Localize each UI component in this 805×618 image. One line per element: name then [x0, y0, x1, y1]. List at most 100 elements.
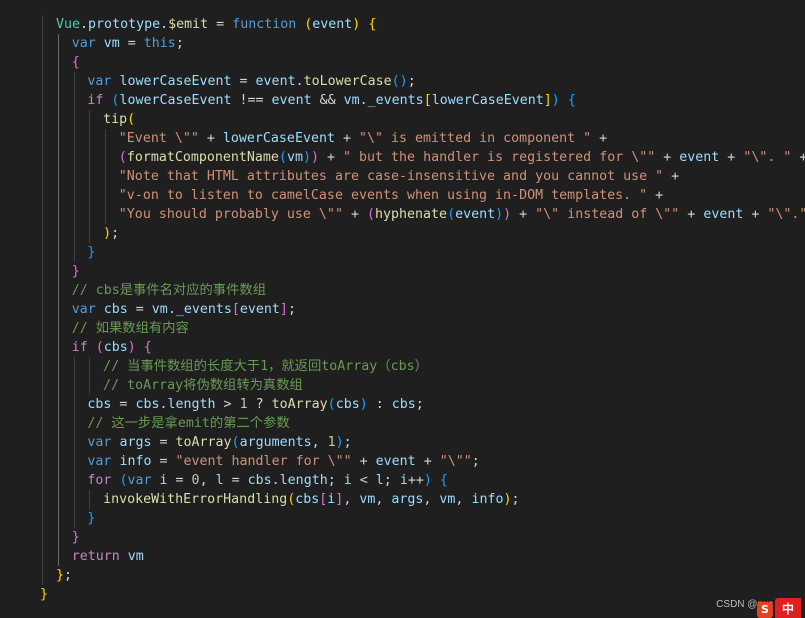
code-line[interactable]: ); — [103, 224, 119, 243]
code-token: + — [198, 131, 223, 146]
code-line[interactable]: } — [87, 509, 95, 528]
code-line[interactable]: // toArray将伪数组转为真数组 — [103, 376, 303, 395]
code-token: "v-on to listen to camelCase events when… — [118, 188, 648, 203]
code-line[interactable]: Vue.prototype.$emit = function (event) { — [56, 15, 376, 34]
code-token: event — [455, 207, 496, 222]
indent-guide — [58, 34, 59, 566]
code-token: // toArray将伪数组转为真数组 — [103, 378, 303, 393]
code-token: , — [423, 492, 440, 507]
code-token: ; — [407, 74, 416, 89]
code-token: if — [87, 93, 104, 108]
code-token: = — [167, 473, 192, 488]
code-token: ; — [511, 492, 520, 507]
code-line[interactable]: // 这一步是拿emit的第二个参数 — [87, 414, 289, 433]
code-line[interactable]: var lowerCaseEvent = event.toLowerCase()… — [87, 72, 415, 91]
code-token: + — [342, 207, 367, 222]
code-line[interactable]: invokeWithErrorHandling(cbs[i], vm, args… — [103, 490, 519, 509]
code-token: 0 — [191, 473, 200, 488]
code-token: if — [71, 340, 88, 355]
code-token: { — [439, 473, 448, 488]
code-line[interactable]: (formatComponentName(vm)) + " but the ha… — [119, 148, 805, 167]
code-line[interactable]: }; — [56, 566, 72, 585]
ime-language-badge[interactable]: 中 — [775, 598, 801, 618]
code-token: { — [567, 93, 576, 108]
code-token: i — [343, 473, 352, 488]
code-line[interactable]: // 当事件数组的长度大于1，就返回toArray（cbs） — [103, 357, 428, 376]
code-token: ; — [383, 473, 400, 488]
code-line[interactable]: var args = toArray(arguments, 1); — [87, 433, 351, 452]
code-line[interactable]: tip( — [103, 110, 135, 129]
code-line[interactable]: var vm = this; — [72, 34, 184, 53]
code-line[interactable]: "v-on to listen to camelCase events when… — [119, 186, 663, 205]
code-token: > — [215, 397, 240, 412]
code-line[interactable]: for (var i = 0, l = cbs.length; i < l; i… — [87, 471, 448, 490]
code-token: 1 — [327, 435, 336, 450]
code-token: var — [87, 74, 112, 89]
code-line[interactable]: var info = "event handler for \"" + even… — [87, 452, 479, 471]
code-line[interactable]: { — [72, 53, 80, 72]
code-token: var — [71, 36, 96, 51]
code-line[interactable]: if (cbs) { — [72, 338, 152, 357]
code-token: < — [351, 473, 376, 488]
code-token: cbs — [247, 473, 272, 488]
code-token: "\". " — [743, 150, 792, 165]
code-token: = — [151, 435, 176, 450]
code-line[interactable]: } — [72, 528, 80, 547]
code-token: = — [231, 74, 256, 89]
code-token: arguments — [239, 435, 312, 450]
code-token: Vue — [56, 17, 81, 32]
code-token: ) — [495, 207, 504, 222]
code-token: , — [199, 473, 216, 488]
code-line[interactable]: } — [72, 262, 80, 281]
code-token: vm — [103, 36, 120, 51]
code-token: // cbs是事件名对应的事件数组 — [71, 283, 266, 298]
code-token: + — [511, 207, 536, 222]
code-token: i — [399, 473, 408, 488]
code-line[interactable]: return vm — [72, 547, 144, 566]
code-line[interactable]: var cbs = vm._events[event]; — [72, 300, 296, 319]
code-token: . — [160, 17, 169, 32]
code-token: l — [375, 473, 384, 488]
code-editor[interactable]: Vue.prototype.$emit = function (event) {… — [0, 0, 805, 618]
code-line[interactable]: } — [40, 585, 48, 604]
code-line[interactable]: if (lowerCaseEvent !== event && vm._even… — [87, 91, 575, 110]
code-token: + — [647, 188, 664, 203]
code-line[interactable]: } — [87, 243, 95, 262]
code-token: "event handler for \"" — [175, 454, 352, 469]
code-token: prototype — [88, 17, 161, 32]
sogou-ime-icon[interactable]: S — [757, 602, 773, 618]
code-token: toArray — [271, 397, 328, 412]
code-line[interactable]: // 如果数组有内容 — [72, 319, 189, 338]
code-token: lowerCaseEvent — [119, 74, 232, 89]
code-token: ) — [551, 93, 560, 108]
code-token: "Note that HTML attributes are case-inse… — [118, 169, 664, 184]
code-token: { — [143, 340, 152, 355]
code-line[interactable]: // cbs是事件名对应的事件数组 — [72, 281, 266, 300]
code-token: // 如果数组有内容 — [71, 321, 189, 336]
code-token: ; — [287, 302, 296, 317]
code-token: . — [359, 93, 368, 108]
code-token: + — [663, 169, 680, 184]
code-token: vm — [439, 492, 456, 507]
code-token: "You should probably use \"" — [118, 207, 343, 222]
code-token: , — [375, 492, 392, 507]
code-token: info — [471, 492, 504, 507]
code-token: vm — [359, 492, 376, 507]
code-token: , — [455, 492, 472, 507]
code-token: ; — [111, 226, 120, 241]
code-token: + — [655, 150, 680, 165]
code-token: ) — [359, 397, 368, 412]
code-token: ) — [127, 340, 136, 355]
code-token: var — [87, 454, 112, 469]
code-line[interactable]: "Event \"" + lowerCaseEvent + "\" is emi… — [119, 129, 607, 148]
code-token: ; — [327, 473, 344, 488]
code-token: + — [415, 454, 440, 469]
code-line[interactable]: cbs = cbs.length > 1 ? toArray(cbs) : cb… — [87, 395, 423, 414]
code-token: var — [87, 435, 112, 450]
code-line[interactable]: "Note that HTML attributes are case-inse… — [119, 167, 679, 186]
code-line[interactable]: "You should probably use \"" + (hyphenat… — [119, 205, 805, 224]
